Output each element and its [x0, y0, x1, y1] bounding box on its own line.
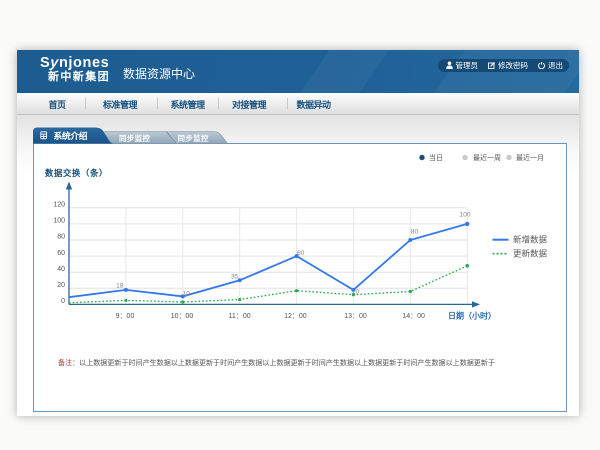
- svg-text:11：00: 11：00: [229, 313, 251, 320]
- svg-text:80: 80: [57, 234, 65, 241]
- svg-text:10：00: 10：00: [171, 313, 194, 320]
- svg-text:0: 0: [61, 298, 65, 305]
- svg-text:100: 100: [459, 212, 471, 219]
- svg-text:80: 80: [411, 229, 419, 236]
- svg-text:12：00: 12：00: [284, 313, 307, 320]
- svg-text:同步监控: 同步监控: [119, 133, 150, 143]
- svg-text:60: 60: [297, 250, 305, 257]
- svg-text:日期（小时）: 日期（小时）: [448, 311, 496, 321]
- svg-text:更新数据: 更新数据: [513, 249, 548, 259]
- svg-text:14：00: 14：00: [402, 313, 425, 320]
- svg-text:100: 100: [53, 218, 65, 225]
- svg-text:新增数据: 新增数据: [513, 235, 548, 245]
- svg-text:9：00: 9：00: [116, 313, 135, 320]
- svg-text:13：00: 13：00: [344, 313, 367, 320]
- svg-text:40: 40: [57, 266, 65, 273]
- svg-text:60: 60: [57, 250, 65, 257]
- svg-text:20: 20: [57, 282, 65, 289]
- svg-text:120: 120: [53, 202, 65, 209]
- svg-text:系统介绍: 系统介绍: [54, 130, 88, 141]
- svg-text:同步监控: 同步监控: [178, 133, 209, 143]
- svg-text:18: 18: [116, 283, 124, 290]
- svg-text:35: 35: [231, 274, 239, 281]
- svg-text:10: 10: [352, 289, 360, 296]
- svg-text:10: 10: [183, 290, 191, 297]
